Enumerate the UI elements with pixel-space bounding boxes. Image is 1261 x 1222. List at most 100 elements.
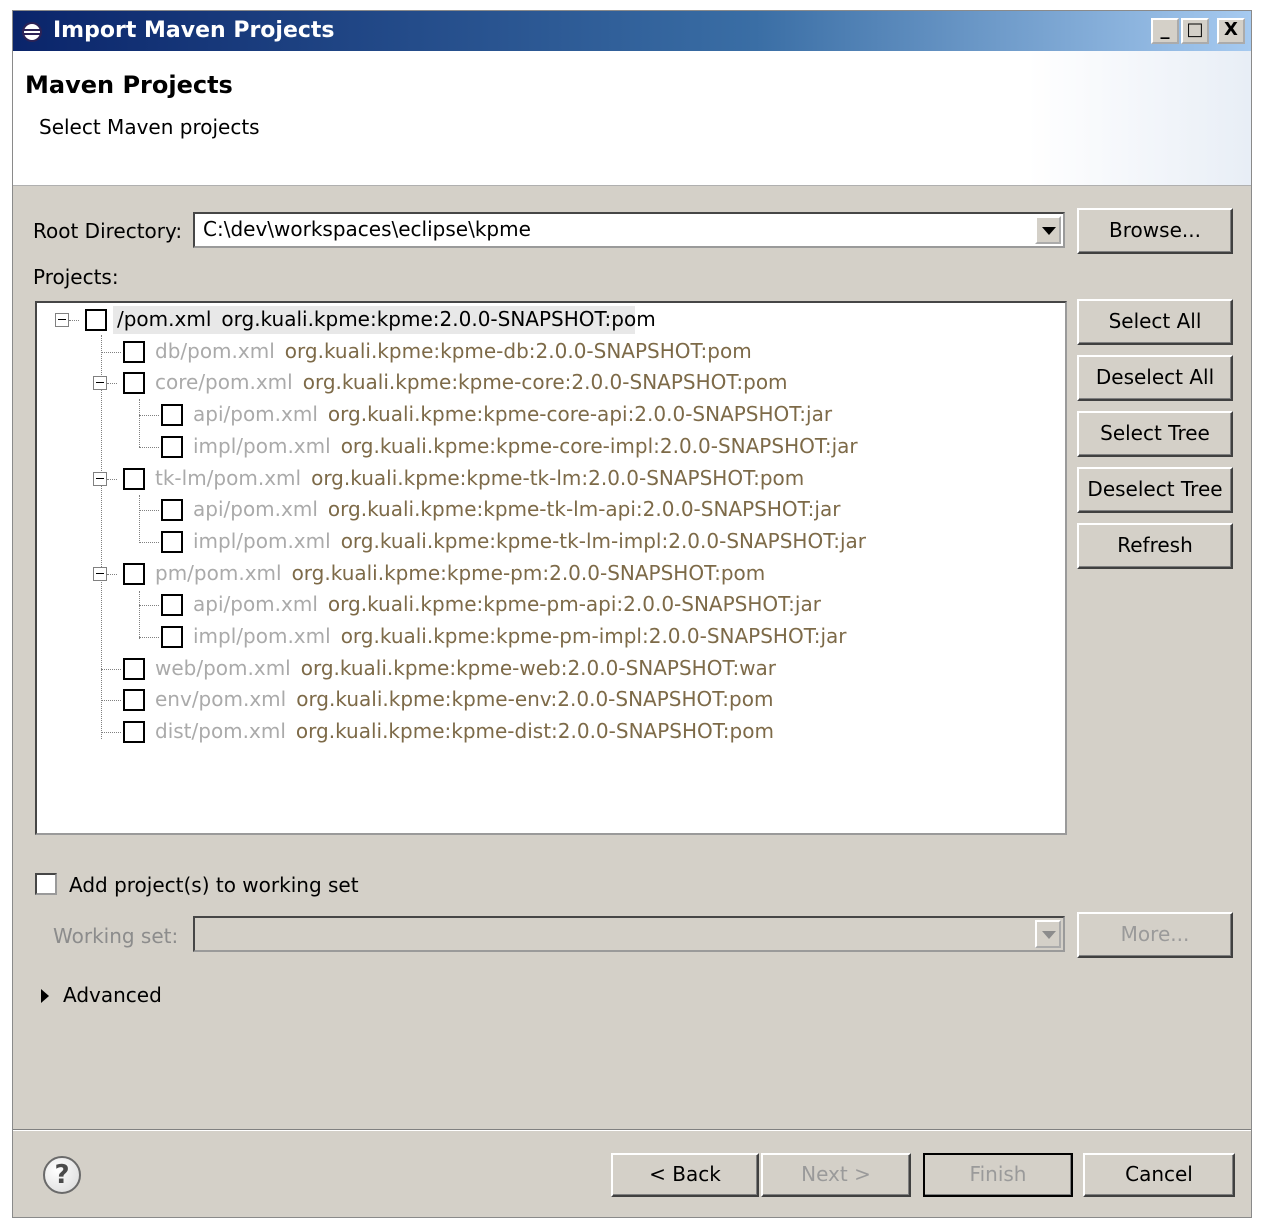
project-checkbox[interactable] <box>123 562 145 585</box>
add-to-working-set-checkbox[interactable] <box>35 873 57 895</box>
project-coordinate: org.kuali.kpme:kpme-web:2.0.0-SNAPSHOT:w… <box>300 655 777 680</box>
browse-button[interactable]: Browse... <box>1077 208 1233 254</box>
project-checkbox[interactable] <box>85 309 107 331</box>
project-coordinate: org.kuali.kpme:kpme-core-impl:2.0.0-SNAP… <box>340 433 858 458</box>
more-button[interactable]: More... <box>1077 912 1233 958</box>
project-checkbox[interactable] <box>123 372 145 395</box>
advanced-toggle[interactable]: Advanced <box>63 983 162 1007</box>
tree-row[interactable]: impl/pom.xml org.kuali.kpme:kpme-core-imp… <box>37 432 1065 462</box>
import-maven-projects-dialog: Import Maven Projects _ □ X Maven Projec… <box>12 10 1252 1218</box>
add-to-working-set-label[interactable]: Add project(s) to working set <box>69 873 359 897</box>
project-checkbox[interactable] <box>123 657 145 680</box>
working-set-label: Working set: <box>53 924 179 948</box>
project-checkbox[interactable] <box>123 467 145 490</box>
tree-row[interactable]: impl/pom.xml org.kuali.kpme:kpme-pm-impl:… <box>37 622 1065 652</box>
deselect-tree-button[interactable]: Deselect Tree <box>1077 467 1233 513</box>
project-checkbox[interactable] <box>123 721 145 744</box>
project-checkbox[interactable] <box>161 530 183 553</box>
deselect-all-button[interactable]: Deselect All <box>1077 355 1233 401</box>
project-path: core/pom.xml <box>155 370 293 395</box>
refresh-button[interactable]: Refresh <box>1077 523 1233 569</box>
project-checkbox[interactable] <box>123 689 145 712</box>
minimize-button[interactable]: _ <box>1151 18 1179 44</box>
back-button[interactable]: < Back <box>611 1153 759 1197</box>
tree-row[interactable]: api/pom.xml org.kuali.kpme:kpme-tk-lm-api… <box>37 495 1065 525</box>
project-checkbox[interactable] <box>161 626 183 648</box>
tree-connector <box>139 510 159 512</box>
project-path: impl/pom.xml <box>193 528 331 553</box>
root-directory-value[interactable]: C:\dev\workspaces\eclipse\kpme <box>203 217 531 241</box>
tree-row[interactable]: db/pom.xml org.kuali.kpme:kpme-db:2.0.0-S… <box>37 337 1065 367</box>
project-coordinate: org.kuali.kpme:kpme-pm:2.0.0-SNAPSHOT:po… <box>291 560 766 585</box>
tree-row[interactable]: tk-lm/pom.xml org.kuali.kpme:kpme-tk-lm:2… <box>37 464 1065 494</box>
tree-row[interactable]: core/pom.xml org.kuali.kpme:kpme-core:2.0… <box>37 368 1065 398</box>
tree-row[interactable]: pm/pom.xml org.kuali.kpme:kpme-pm:2.0.0-S… <box>37 559 1065 589</box>
select-tree-button[interactable]: Select Tree <box>1077 411 1233 457</box>
tree-row[interactable]: web/pom.xml org.kuali.kpme:kpme-web:2.0.0… <box>37 654 1065 684</box>
project-path: dist/pom.xml <box>155 719 286 744</box>
projects-label: Projects: <box>33 265 119 289</box>
project-coordinate: org.kuali.kpme:kpme-core:2.0.0-SNAPSHOT:… <box>302 370 788 395</box>
project-path: impl/pom.xml <box>193 624 331 648</box>
project-checkbox[interactable] <box>161 594 183 617</box>
root-directory-dropdown[interactable] <box>1035 216 1061 244</box>
tree-connector <box>101 351 121 353</box>
tree-connector <box>107 573 117 575</box>
footer-separator <box>13 1129 1251 1131</box>
window-title: Import Maven Projects <box>53 18 335 43</box>
maximize-button[interactable]: □ <box>1181 18 1209 44</box>
working-set-combo[interactable] <box>193 916 1065 952</box>
project-coordinate: org.kuali.kpme:kpme-tk-lm-impl:2.0.0-SNA… <box>340 528 866 553</box>
tree-row[interactable]: dist/pom.xml org.kuali.kpme:kpme-dist:2.0… <box>37 717 1065 747</box>
wizard-header: Maven Projects Select Maven projects <box>13 51 1251 186</box>
help-icon[interactable]: ? <box>43 1156 81 1194</box>
tree-row[interactable]: api/pom.xml org.kuali.kpme:kpme-core-api:… <box>37 400 1065 430</box>
tree-connector <box>139 415 159 417</box>
working-set-dropdown[interactable] <box>1035 920 1061 948</box>
tree-connector <box>101 732 121 734</box>
tree-row[interactable]: impl/pom.xml org.kuali.kpme:kpme-tk-lm-im… <box>37 527 1065 557</box>
tree-connector <box>139 605 159 607</box>
tree-row[interactable]: env/pom.xml org.kuali.kpme:kpme-env:2.0.0… <box>37 685 1065 715</box>
tree-row[interactable]: api/pom.xml org.kuali.kpme:kpme-pm-api:2.… <box>37 590 1065 620</box>
collapse-icon[interactable] <box>55 313 69 327</box>
project-path: api/pom.xml <box>193 402 318 427</box>
advanced-expand-icon[interactable] <box>41 989 49 1003</box>
collapse-icon[interactable] <box>93 566 107 581</box>
projects-tree[interactable]: /pom.xml org.kuali.kpme:kpme:2.0.0-SNAPSH… <box>35 301 1067 835</box>
project-coordinate: org.kuali.kpme:kpme-pm-api:2.0.0-SNAPSHO… <box>327 592 821 617</box>
collapse-icon[interactable] <box>93 376 107 391</box>
tree-connector <box>69 320 79 321</box>
root-directory-label: Root Directory: <box>33 219 183 243</box>
project-coordinate: org.kuali.kpme:kpme-pm-impl:2.0.0-SNAPSH… <box>340 624 847 648</box>
tree-connector <box>139 637 159 638</box>
cancel-button[interactable]: Cancel <box>1083 1153 1235 1197</box>
eclipse-icon <box>22 22 42 42</box>
project-checkbox[interactable] <box>161 499 183 522</box>
next-button[interactable]: Next > <box>761 1153 911 1197</box>
tree-row[interactable]: /pom.xml org.kuali.kpme:kpme:2.0.0-SNAPSH… <box>37 305 1065 335</box>
project-coordinate: org.kuali.kpme:kpme-core-api:2.0.0-SNAPS… <box>327 402 833 427</box>
chevron-down-icon <box>1042 227 1056 235</box>
project-path: tk-lm/pom.xml <box>155 465 302 490</box>
select-all-button[interactable]: Select All <box>1077 299 1233 345</box>
project-path: web/pom.xml <box>155 655 291 680</box>
tree-connector <box>107 383 117 385</box>
chevron-down-icon <box>1042 931 1056 939</box>
root-directory-combo[interactable]: C:\dev\workspaces\eclipse\kpme <box>193 212 1065 248</box>
tree-connector <box>139 446 159 448</box>
close-button[interactable]: X <box>1217 18 1245 44</box>
project-path: /pom.xml <box>117 307 212 331</box>
finish-button[interactable]: Finish <box>923 1153 1073 1197</box>
project-checkbox[interactable] <box>161 435 183 458</box>
project-checkbox[interactable] <box>123 340 145 363</box>
project-coordinate: org.kuali.kpme:kpme-env:2.0.0-SNAPSHOT:p… <box>296 687 774 712</box>
project-path: api/pom.xml <box>193 592 318 617</box>
project-path: env/pom.xml <box>155 687 287 712</box>
tree-connector <box>139 541 159 543</box>
title-bar[interactable]: Import Maven Projects _ □ X <box>13 11 1251 51</box>
project-path: api/pom.xml <box>193 497 318 522</box>
project-checkbox[interactable] <box>161 404 183 427</box>
page-subtitle: Select Maven projects <box>39 115 260 139</box>
collapse-icon[interactable] <box>93 471 107 486</box>
